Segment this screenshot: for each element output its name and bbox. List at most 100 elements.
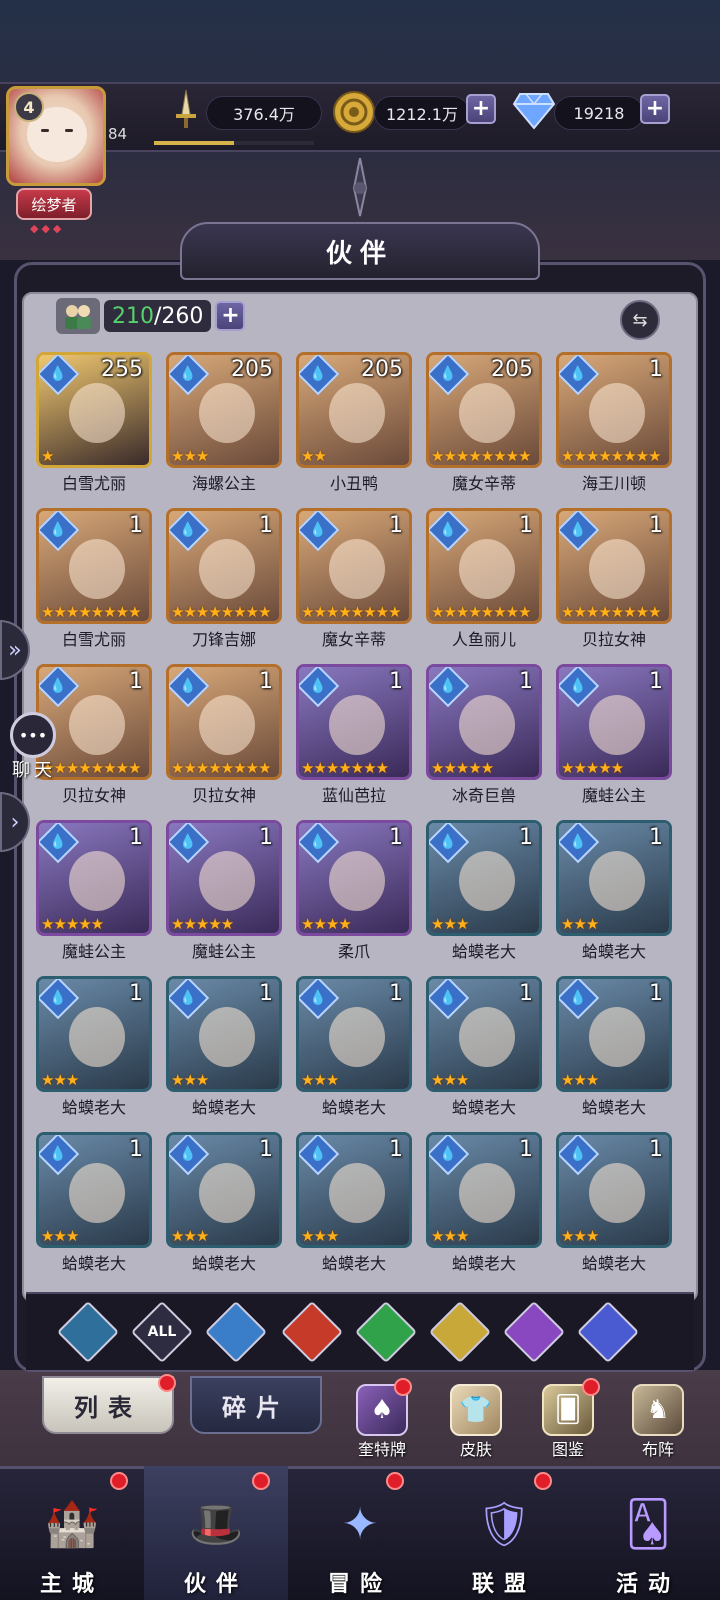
codex-button[interactable]: 🂠 图鉴 [528, 1384, 608, 1464]
expand-capacity-button[interactable]: + [215, 301, 246, 331]
partner-level: 1 [649, 825, 663, 850]
partner-card[interactable]: 💧 1 ★★★★★★★★ [36, 508, 152, 624]
partner-name: 贝拉女神 [581, 630, 646, 649]
partner-stars: ★★★★ [301, 915, 352, 933]
nav-city-notification-dot [110, 1472, 128, 1490]
power-progress-bar [154, 141, 314, 145]
partner-card[interactable]: 💧 1 ★★★ [36, 1132, 152, 1248]
nav-event[interactable]: 🂡 活动 [576, 1466, 720, 1600]
partner-card[interactable]: 💧 205 ★★ [296, 352, 412, 468]
partner-card[interactable]: 💧 1 ★★★ [296, 1132, 412, 1248]
filter-all-label: ALL [147, 1324, 177, 1340]
partner-level: 1 [259, 669, 273, 694]
tab-list-notification-dot [158, 1374, 176, 1392]
partner-card[interactable]: 💧 1 ★★★ [426, 1132, 542, 1248]
partner-name: 蛤蟆老大 [581, 942, 646, 961]
partner-level: 1 [519, 981, 533, 1006]
partner-stars: ★★★★★★★★ [431, 447, 532, 465]
partner-card[interactable]: 💧 1 ★★★ [36, 976, 152, 1092]
partner-stars: ★★★★★ [171, 915, 234, 933]
partners-group-icon [56, 298, 100, 334]
partner-card[interactable]: 💧 1 ★★★ [166, 976, 282, 1092]
portrait-face [199, 695, 255, 755]
partner-stars: ★★★ [41, 1071, 79, 1089]
partner-level: 205 [231, 357, 273, 382]
partner-card[interactable]: 💧 1 ★★★★★★★★ [296, 508, 412, 624]
portrait-face [589, 383, 645, 443]
partner-stars: ★★★ [561, 915, 599, 933]
partner-card[interactable]: 💧 1 ★★★★★★★★ [556, 352, 672, 468]
partner-stars: ★★★ [431, 1227, 469, 1245]
partner-card[interactable]: 💧 205 ★★★★★★★★ [426, 352, 542, 468]
nav-adventure[interactable]: ✦ 冒险 [288, 1466, 432, 1600]
partner-card[interactable]: 💧 1 ★★★★★★★★ [426, 508, 542, 624]
partner-card[interactable]: 💧 1 ★★★ [426, 820, 542, 936]
tarot-button[interactable]: ♠ 奎特牌 [342, 1384, 422, 1464]
partner-level: 1 [129, 513, 143, 538]
double-chevron-right-icon: » [8, 637, 22, 663]
partner-card[interactable]: 💧 1 ★★★★★★★★ [556, 508, 672, 624]
partner-card[interactable]: 💧 1 ★★★ [166, 1132, 282, 1248]
portrait-face [199, 1007, 255, 1067]
partner-name: 海螺公主 [191, 474, 256, 493]
partner-stars: ★★★★★★★★ [561, 447, 662, 465]
partner-name: 人鱼丽儿 [451, 630, 516, 649]
partner-card[interactable]: 💧 1 ★★★ [556, 820, 672, 936]
partner-level: 1 [389, 981, 403, 1006]
partner-card[interactable]: 💧 1 ★★★★★ [166, 820, 282, 936]
partner-card[interactable]: 💧 1 ★★★★★ [36, 820, 152, 936]
partner-card[interactable]: 💧 1 ★★★★★★★★ [166, 508, 282, 624]
outfit-icon: 👕 [450, 1384, 502, 1436]
partner-card[interactable]: 💧 1 ★★★★★★★ [296, 664, 412, 780]
add-gold-button[interactable]: + [466, 94, 496, 124]
tab-fragments[interactable]: 碎片 [190, 1376, 322, 1434]
partner-stars: ★★★★★ [431, 759, 494, 777]
partner-card[interactable]: 💧 1 ★★★★★ [556, 664, 672, 780]
partner-card[interactable]: 💧 255 ★ [36, 352, 152, 468]
partner-card[interactable]: 💧 1 ★★★ [556, 976, 672, 1092]
add-gems-button[interactable]: + [640, 94, 670, 124]
portrait-face [69, 695, 125, 755]
player-title-tag[interactable]: 绘梦者 [16, 188, 92, 220]
partner-card[interactable]: 💧 1 ★★★★★★★★ [166, 664, 282, 780]
partner-name: 白雪尤丽 [61, 474, 126, 493]
tab-list[interactable]: 列表 [42, 1376, 174, 1434]
partner-count-text: 210 /260 [104, 300, 212, 332]
partner-level: 1 [519, 513, 533, 538]
partner-stars: ★★★★★ [41, 915, 104, 933]
partner-card[interactable]: 💧 1 ★★★★★ [426, 664, 542, 780]
portrait-face [329, 1007, 385, 1067]
partner-level: 1 [259, 513, 273, 538]
sword-icon [166, 88, 206, 132]
partner-card[interactable]: 💧 205 ★★★ [166, 352, 282, 468]
sort-swap-button[interactable]: ⇆ [620, 300, 660, 340]
partner-stars: ★★★★★★★★ [171, 759, 272, 777]
partner-stars: ★★★★★★★ [301, 759, 389, 777]
diamond-icon [512, 90, 556, 130]
portrait-face [329, 383, 385, 443]
chess-formation-icon: ♞ [632, 1384, 684, 1436]
portrait-face [329, 695, 385, 755]
partner-card[interactable]: 💧 1 ★★★ [426, 976, 542, 1092]
partner-card[interactable]: 💧 1 ★★★★ [296, 820, 412, 936]
formation-button[interactable]: ♞ 布阵 [618, 1384, 698, 1464]
partner-card[interactable]: 💧 1 ★★★ [556, 1132, 672, 1248]
portrait-face [69, 383, 125, 443]
partner-level: 1 [649, 513, 663, 538]
nav-alliance[interactable]: 🛡 联盟 [432, 1466, 576, 1600]
player-title-dots: ◆◆◆ [30, 222, 65, 235]
partner-stars: ★★★ [171, 1227, 209, 1245]
portrait-face [69, 851, 125, 911]
portrait-face [329, 1163, 385, 1223]
portrait-face [69, 539, 125, 599]
castle-icon: 🏰 [44, 1499, 100, 1550]
skin-button[interactable]: 👕 皮肤 [436, 1384, 516, 1464]
chat-button[interactable]: ••• 聊天 [4, 712, 60, 788]
chevron-right-icon: › [10, 809, 20, 835]
partner-name: 魔女辛蒂 [321, 630, 386, 649]
partner-name: 蛤蟆老大 [581, 1098, 646, 1117]
partner-card[interactable]: 💧 1 ★★★ [296, 976, 412, 1092]
partner-name: 蛤蟆老大 [451, 1254, 516, 1273]
partner-name: 小丑鸭 [329, 474, 378, 493]
partner-stars: ★★★★★★★★ [41, 603, 142, 621]
